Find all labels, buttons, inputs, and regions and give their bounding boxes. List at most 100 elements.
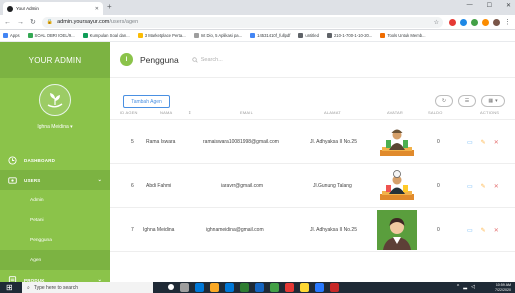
bookmark-item[interactable]: Kumpulan Soal dan...	[82, 33, 130, 38]
add-agent-button[interactable]: Tambah Agen	[123, 95, 170, 108]
sidebar-item-dashboard[interactable]: DASHBOARD	[0, 150, 110, 170]
minimize-icon[interactable]: —	[467, 2, 473, 9]
search-input[interactable]: Search...	[201, 57, 223, 63]
cell-name: Ighna Meidina	[143, 227, 175, 233]
col-name[interactable]: NAMA	[160, 110, 172, 115]
profile-avatar[interactable]	[493, 18, 500, 26]
bookmark-item[interactable]: 210-1-700-1-10-20...	[326, 33, 372, 38]
back-icon[interactable]: ←	[4, 19, 11, 26]
sidebar-subitem-agen[interactable]: Agen	[0, 250, 110, 270]
new-tab-icon[interactable]: +	[107, 2, 112, 11]
app-icon[interactable]	[240, 283, 249, 292]
view-icon[interactable]: ▭	[467, 227, 473, 234]
row-actions: ▭ ✎ ✕	[467, 120, 499, 164]
app-icon[interactable]	[270, 283, 279, 292]
search-icon	[192, 56, 198, 63]
view-icon[interactable]: ▭	[467, 183, 473, 190]
chrome-icon[interactable]	[300, 283, 309, 292]
cell-name: Abdi Fahmi	[146, 183, 172, 189]
menu-dots-icon[interactable]: ⋮	[504, 18, 511, 26]
app-icon[interactable]	[285, 283, 294, 292]
cell-email: ighnameidina@gmail.com	[206, 227, 264, 233]
chevron-up-icon[interactable]: ^	[457, 284, 459, 290]
app-icon[interactable]	[255, 283, 264, 292]
url-text: admin.yoursayur.com/users/agen	[57, 19, 139, 25]
bookmark-star-icon[interactable]: ☆	[434, 19, 439, 26]
sidebar-subitem-petani[interactable]: Petani	[0, 210, 110, 230]
network-icon[interactable]: ▂	[463, 284, 467, 290]
edit-icon[interactable]: ✎	[481, 139, 486, 146]
delete-icon[interactable]: ✕	[494, 227, 499, 234]
user-avatar[interactable]	[39, 84, 71, 116]
brand-logo: YOUR ADMIN	[0, 42, 110, 78]
task-view-icon[interactable]	[180, 283, 189, 292]
taskbar-search-input[interactable]: Type here to search	[34, 285, 78, 291]
system-clock[interactable]: 10:59 AM 7/22/2020	[495, 282, 511, 293]
volume-icon[interactable]: ◁	[471, 284, 475, 290]
bookmark-item[interactable]: Int Dio, 5 Aplikasi pa...	[193, 33, 242, 38]
store-icon[interactable]	[225, 283, 234, 292]
table-header: ID AGEN NAMA ⇕ EMAIL ALAMAT AVATAR SALDO…	[110, 108, 515, 120]
cell-name: Rama Iswara	[146, 139, 176, 145]
delete-icon[interactable]: ✕	[494, 139, 499, 146]
maximize-icon[interactable]: ☐	[487, 2, 492, 9]
file-explorer-icon[interactable]	[210, 283, 219, 292]
extension-icon[interactable]	[460, 18, 467, 26]
bookmark-item[interactable]: untitled	[298, 33, 319, 38]
taskbar-apps	[168, 283, 339, 292]
sidebar-subitem-admin[interactable]: Admin	[0, 190, 110, 210]
edit-icon[interactable]: ✎	[481, 183, 486, 190]
cell-id: 6	[131, 183, 134, 189]
col-address[interactable]: ALAMAT	[324, 110, 341, 115]
address-bar: ← → ↻ 🔒 admin.yoursayur.com/users/agen ☆…	[0, 15, 515, 30]
col-email[interactable]: EMAIL	[240, 110, 253, 115]
taskbar-search[interactable]: ⌕ Type here to search	[22, 282, 153, 293]
columns-button[interactable]: ▦ ▾	[481, 95, 505, 107]
view-icon[interactable]: ▭	[467, 139, 473, 146]
col-id[interactable]: ID AGEN	[120, 110, 138, 115]
extension-icon[interactable]	[482, 18, 489, 26]
browser-tab[interactable]: Your Admin ✕	[3, 2, 103, 15]
close-tab-icon[interactable]: ✕	[95, 6, 99, 12]
forward-icon[interactable]: →	[17, 19, 24, 26]
lock-icon: 🔒	[46, 19, 54, 25]
bookmark-item[interactable]: SOAL OBRI IOEL/9...	[27, 33, 75, 38]
sidebar-item-users[interactable]: USERS ⌄	[0, 170, 110, 190]
row-actions: ▭ ✎ ✕	[467, 164, 499, 208]
extensions: ⋮	[449, 18, 511, 26]
url-field[interactable]: 🔒 admin.yoursayur.com/users/agen ☆	[41, 16, 443, 28]
windows-start-icon[interactable]: ⊞	[6, 283, 13, 292]
bookmark-item[interactable]: 14531410f_fullpdf	[250, 33, 290, 38]
bookmark-item[interactable]: Tools Untuk Memb...	[380, 33, 426, 38]
agent-avatar-image	[380, 170, 414, 200]
row-actions: ▭ ✎ ✕	[467, 208, 499, 252]
edge-icon[interactable]	[195, 283, 204, 292]
cortana-icon[interactable]	[168, 284, 174, 290]
close-window-icon[interactable]: ✕	[506, 2, 511, 9]
reload-icon[interactable]: ↻	[30, 18, 36, 26]
extension-icon[interactable]	[471, 18, 478, 26]
list-view-button[interactable]: ☰	[458, 95, 476, 107]
extension-icon[interactable]	[449, 18, 456, 26]
cell-address: Jl.Gunung Talang	[313, 183, 352, 189]
sidebar: YOUR ADMIN Ighna Meidina ▾ DASHBOARD USE…	[0, 42, 110, 285]
col-avatar[interactable]: AVATAR	[387, 110, 403, 115]
edit-icon[interactable]: ✎	[481, 227, 486, 234]
bookmark-apps[interactable]: Apps	[3, 33, 20, 38]
app-icon[interactable]	[315, 283, 324, 292]
sort-icon[interactable]: ⇕	[188, 110, 192, 115]
sidebar-item-label: USERS	[24, 177, 41, 183]
user-name[interactable]: Ighna Meidina ▾	[37, 124, 72, 130]
app-icon[interactable]	[330, 283, 339, 292]
col-saldo[interactable]: SALDO	[428, 110, 443, 115]
bookmark-item[interactable]: 3 Marketplace Perta...	[137, 33, 186, 38]
table-row: 5 Rama Iswara ramaiswara10081998@gmail.c…	[110, 120, 515, 164]
admin-app: YOUR ADMIN Ighna Meidina ▾ DASHBOARD USE…	[0, 42, 515, 285]
window-controls: — ☐ ✕	[467, 2, 511, 9]
refresh-button[interactable]: ↻	[435, 95, 453, 107]
delete-icon[interactable]: ✕	[494, 183, 499, 190]
sidebar-subitem-pengguna[interactable]: Pengguna	[0, 230, 110, 250]
search-box[interactable]: Search...	[192, 57, 223, 63]
sidebar-menu: DASHBOARD USERS ⌄ Admin Petani Pengguna …	[0, 150, 110, 290]
chevron-down-icon: ⌄	[97, 177, 102, 183]
